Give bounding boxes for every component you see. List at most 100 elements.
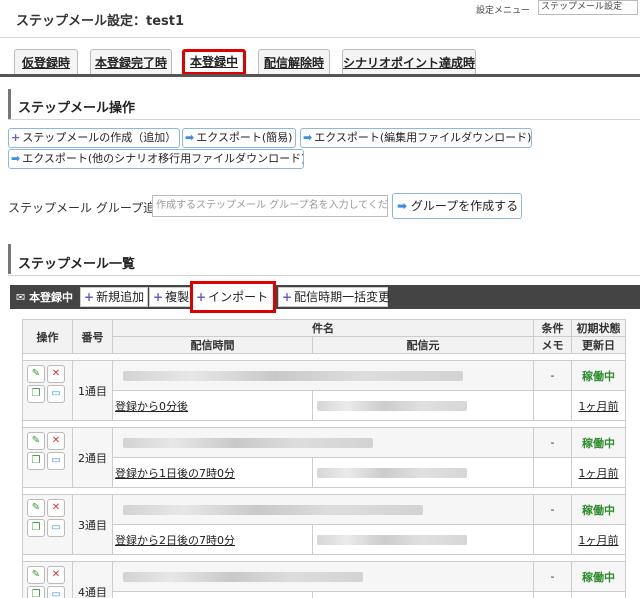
row-subject[interactable] <box>112 561 534 592</box>
preview-icon[interactable]: ▭ <box>47 519 65 537</box>
row-updated-cell <box>571 591 626 598</box>
table-row: ✎ ✕ ❐ ▭ 3通目 - 稼働中 <box>22 494 626 555</box>
envelope-icon: ✉ <box>16 291 26 304</box>
tab-registered[interactable]: 本登録中 <box>182 49 246 75</box>
export-edit-button[interactable]: ➡ エクスポート(編集用ファイルダウンロード) <box>300 128 532 148</box>
table-row-detail: 登録から0分後 1ヶ月前 <box>23 390 626 421</box>
blurred-sender <box>317 534 467 545</box>
edit-icon[interactable]: ✎ <box>27 499 45 517</box>
row-sender <box>312 390 534 421</box>
create-step-mail-button[interactable]: + ステップメールの作成（追加） <box>8 128 180 148</box>
row-condition: - <box>533 561 572 592</box>
panel-divider <box>8 275 640 276</box>
blurred-subject <box>123 370 463 381</box>
header-updated: 更新日 <box>571 336 626 354</box>
delete-icon[interactable]: ✕ <box>47 566 65 584</box>
blurred-subject <box>123 437 373 448</box>
blurred-sender <box>317 400 467 411</box>
plus-icon: + <box>153 290 164 304</box>
page-title: ステップメール設定：test1 <box>16 14 185 29</box>
arrow-right-icon: ➡ <box>303 131 313 144</box>
header-initial-status: 初期状態 <box>571 319 626 337</box>
plus-icon: + <box>196 290 207 304</box>
delete-icon[interactable]: ✕ <box>47 365 65 383</box>
row-status: 稼働中 <box>571 427 626 458</box>
edit-icon[interactable]: ✎ <box>27 566 45 584</box>
delete-icon[interactable]: ✕ <box>47 499 65 517</box>
row-status: 稼働中 <box>571 561 626 592</box>
row-timing-link[interactable]: 登録から2日後の7時0分 <box>115 534 235 547</box>
row-timing-link[interactable]: 登録から0分後 <box>115 400 188 413</box>
settings-menu-select[interactable]: ステップメール設定 <box>538 0 638 15</box>
table-row: ✎ ✕ ❐ ▭ 2通目 - 稼働中 <box>22 427 626 488</box>
row-actions: ✎ ✕ ❐ ▭ <box>22 427 73 488</box>
row-sender <box>312 524 534 555</box>
step-mail-table: 操作 番号 件名 条件 初期状態 配信時間 配信元 メモ 更新日 ✎ ✕ ❐ ▭ 1… <box>22 319 626 598</box>
row-number: 3通目 <box>72 494 113 555</box>
export-other-label: エクスポート(他のシナリオ移行用ファイルダウンロード) <box>22 152 304 165</box>
export-simple-button[interactable]: ➡ エクスポート(簡易) <box>182 128 296 148</box>
tab-provisional[interactable]: 仮登録時 <box>14 49 78 75</box>
export-other-scenario-button[interactable]: ➡ エクスポート(他のシナリオ移行用ファイルダウンロード) <box>8 149 304 169</box>
create-group-button[interactable]: ➡ グループを作成する <box>392 193 522 219</box>
tab-registration-complete[interactable]: 本登録完了時 <box>90 49 172 75</box>
row-updated-link[interactable]: 1ヶ月前 <box>579 534 619 547</box>
blurred-sender <box>317 467 467 478</box>
preview-icon[interactable]: ▭ <box>47 385 65 403</box>
header-subject: 件名 <box>112 319 534 337</box>
table-row-detail: 登録から1日後の7時0分 1ヶ月前 <box>23 457 626 488</box>
blurred-subject <box>123 504 423 515</box>
row-subject[interactable] <box>112 360 534 391</box>
import-button[interactable]: + インポート <box>190 281 276 313</box>
row-updated-link[interactable]: 1ヶ月前 <box>579 400 619 413</box>
tab-scenario-point[interactable]: シナリオポイント達成時 <box>342 49 476 75</box>
row-actions: ✎ ✕ ❐ ▭ <box>22 360 73 421</box>
tab-unsubscribe[interactable]: 配信解除時 <box>258 49 330 75</box>
row-status: 稼働中 <box>571 494 626 525</box>
page-header: ステップメール設定：test1 設定メニュー ステップメール設定 <box>0 0 640 38</box>
row-subject[interactable] <box>112 494 534 525</box>
preview-icon[interactable]: ▭ <box>47 586 65 598</box>
create-step-mail-label: ステップメールの作成（追加） <box>22 131 177 144</box>
row-timing-cell: 登録から0分後 <box>112 390 313 421</box>
edit-icon[interactable]: ✎ <box>27 365 45 383</box>
add-new-button[interactable]: + 新規追加 <box>80 287 148 307</box>
preview-icon[interactable]: ▭ <box>47 452 65 470</box>
copy-icon[interactable]: ❐ <box>27 452 45 470</box>
header-memo: メモ <box>533 336 572 354</box>
plus-icon: + <box>11 131 21 144</box>
header-delivery-time: 配信時間 <box>112 336 313 354</box>
row-number: 2通目 <box>72 427 113 488</box>
header-number: 番号 <box>72 319 113 354</box>
export-simple-label: エクスポート(簡易) <box>196 131 293 144</box>
arrow-right-icon: ➡ <box>397 199 408 213</box>
blurred-subject <box>123 571 363 582</box>
edit-icon[interactable]: ✎ <box>27 432 45 450</box>
row-memo <box>533 457 572 488</box>
delete-icon[interactable]: ✕ <box>47 432 65 450</box>
row-updated-cell: 1ヶ月前 <box>571 524 626 555</box>
copy-icon[interactable]: ❐ <box>27 586 45 598</box>
row-updated-link[interactable]: 1ヶ月前 <box>579 467 619 480</box>
row-timing-link[interactable]: 登録から1日後の7時0分 <box>115 467 235 480</box>
row-timing-cell <box>112 591 313 598</box>
group-name-input[interactable]: 作成するステップメール グループ名を入力してください <box>152 195 388 217</box>
operations-heading: ステップメール操作 <box>18 101 136 116</box>
tabs-underline <box>0 74 640 77</box>
toolbar-label: ✉ 本登録中 <box>16 289 73 305</box>
row-subject[interactable] <box>112 427 534 458</box>
list-toolbar: ✉ 本登録中 + 新規追加 + 複製 + インポート + 配信時期一括変更 <box>10 281 640 313</box>
row-sender <box>312 591 534 598</box>
copy-icon[interactable]: ❐ <box>27 385 45 403</box>
duplicate-button[interactable]: + 複製 <box>149 287 195 307</box>
panel-accent <box>8 244 11 274</box>
row-actions: ✎ ✕ ❐ ▭ <box>22 494 73 555</box>
settings-menu-label: 設定メニュー <box>476 6 531 16</box>
bulk-change-timing-button[interactable]: + 配信時期一括変更 <box>278 287 390 307</box>
table-row: ✎ ✕ ❐ ▭ 1通目 - 稼働中 <box>22 360 626 421</box>
row-condition: - <box>533 360 572 391</box>
group-add-label: ステップメール グループ追加 <box>8 201 168 215</box>
table-row-detail <box>23 591 626 598</box>
copy-icon[interactable]: ❐ <box>27 519 45 537</box>
header-operation: 操作 <box>22 319 73 354</box>
